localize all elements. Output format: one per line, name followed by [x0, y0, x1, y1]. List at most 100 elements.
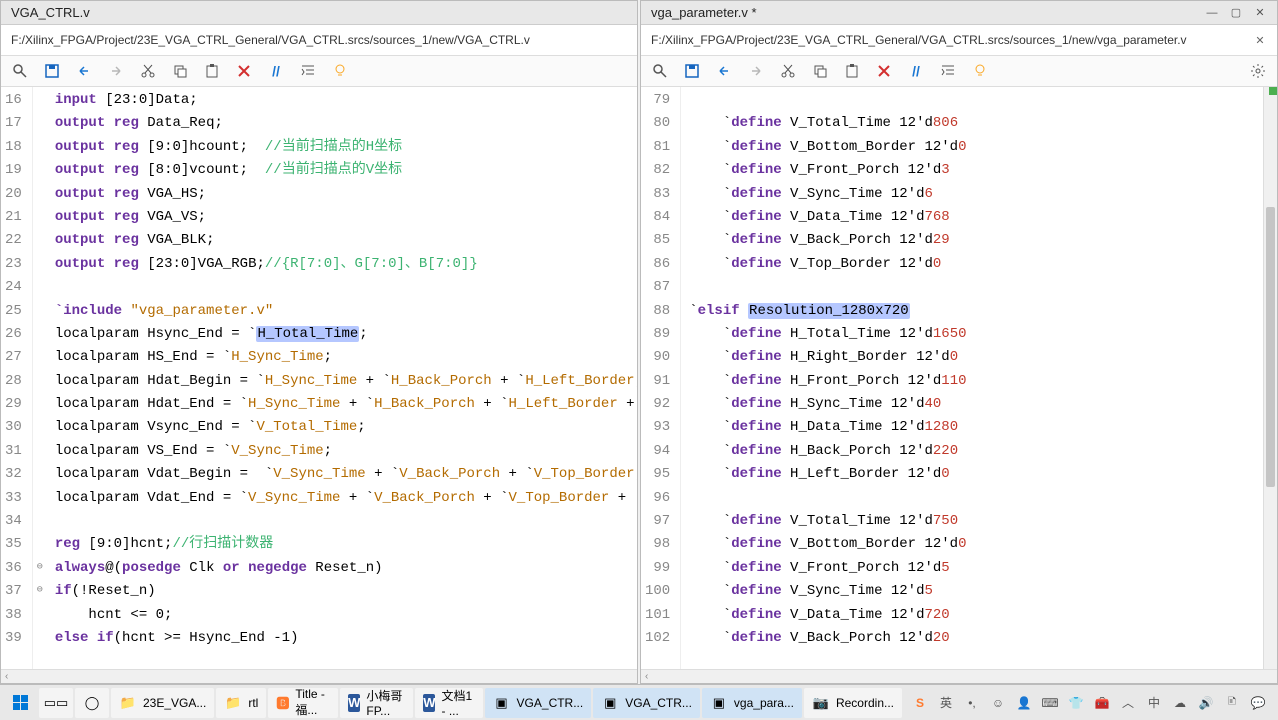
toolbar-left: // — [1, 56, 637, 87]
pathbar-left: F:/Xilinx_FPGA/Project/23E_VGA_CTRL_Gene… — [1, 25, 637, 56]
taskbar-item-label: vga_para... — [734, 696, 794, 710]
code-lines[interactable]: `define V_Total_Time 12'd806 `define V_B… — [681, 87, 1263, 669]
code-area-left[interactable]: 1617181920212223242526272829303132333435… — [1, 87, 637, 669]
hscrollbar[interactable]: ‹ — [641, 669, 1277, 683]
indent-icon[interactable] — [299, 62, 317, 80]
save-icon[interactable] — [43, 62, 61, 80]
taskbar-item[interactable]: 📷 Recordin... — [804, 688, 902, 718]
indent-icon[interactable] — [939, 62, 957, 80]
system-tray: S 英 •, ☺ 👤 ⌨ 👕 🧰 ︿ 中 ☁ 🔊 🗈 💬 — [904, 695, 1274, 711]
taskbar-item[interactable]: ▣VGA_CTR... — [593, 688, 700, 718]
tray-lang-icon[interactable]: 中 — [1146, 695, 1162, 711]
gear-icon[interactable] — [1249, 62, 1267, 80]
paste-icon[interactable] — [203, 62, 221, 80]
taskbar-app-icon: ◯ — [83, 694, 101, 712]
taskbar-app-icon: W — [348, 694, 360, 712]
copy-icon[interactable] — [811, 62, 829, 80]
scroll-thumb[interactable] — [1266, 207, 1275, 487]
tray-toolbox-icon[interactable]: 🧰 — [1094, 695, 1110, 711]
taskview-icon: ▭▭ — [47, 694, 65, 712]
taskbar-item[interactable]: 📁23E_VGA... — [111, 688, 214, 718]
tray-sogou-icon[interactable]: S — [912, 695, 928, 711]
taskbar-item[interactable]: 📁 rtl — [216, 688, 266, 718]
minimize-icon[interactable]: — — [1205, 6, 1219, 20]
taskbar-app-icon: ▣ — [710, 694, 728, 712]
taskbar-app-icon: W — [423, 694, 435, 712]
tray-emoji-icon[interactable]: ☺ — [990, 695, 1006, 711]
maximize-icon[interactable]: ▢ — [1229, 6, 1243, 20]
tray-ime-icon[interactable]: 英 — [938, 695, 954, 711]
bulb-icon[interactable] — [971, 62, 989, 80]
save-icon[interactable] — [683, 62, 701, 80]
editor-pane-right: vga_parameter.v * — ▢ ✕ F:/Xilinx_FPGA/P… — [640, 0, 1278, 684]
titlebar-left: VGA_CTRL.v — [1, 1, 637, 25]
undo-icon[interactable] — [75, 62, 93, 80]
tray-battery-icon[interactable]: 🗈 — [1224, 695, 1240, 711]
gutter: 7980818283848586878889909192939495969798… — [641, 87, 681, 669]
redo-icon[interactable] — [747, 62, 765, 80]
tray-cloud-icon[interactable]: ☁ — [1172, 695, 1188, 711]
taskbar-app-icon: 📁 — [224, 694, 242, 712]
delete-icon[interactable] — [875, 62, 893, 80]
taskbar-item-label: Title - 福... — [295, 687, 330, 718]
cut-icon[interactable] — [779, 62, 797, 80]
taskbar-item-label: 小梅哥FP... — [366, 687, 405, 718]
tray-keyboard-icon[interactable]: ⌨ — [1042, 695, 1058, 711]
gutter: 1617181920212223242526272829303132333435… — [1, 87, 33, 669]
taskbar-item-label: Recordin... — [836, 696, 894, 710]
taskbar-item[interactable]: ▣ vga_para... — [702, 688, 802, 718]
taskbar-item-label: VGA_CTR... — [517, 696, 584, 710]
windows-logo-icon — [13, 695, 28, 710]
code-area-right[interactable]: 7980818283848586878889909192939495969798… — [641, 87, 1277, 669]
copy-icon[interactable] — [171, 62, 189, 80]
paste-icon[interactable] — [843, 62, 861, 80]
search-icon[interactable] — [11, 62, 29, 80]
marker-icon — [1269, 87, 1277, 95]
taskbar-item[interactable]: W 小梅哥FP... — [340, 688, 413, 718]
taskbar-app-icon: 🅱 — [276, 694, 289, 712]
tray-notification-icon[interactable]: 💬 — [1250, 695, 1266, 711]
delete-icon[interactable] — [235, 62, 253, 80]
taskbar-item[interactable]: ◯ — [75, 688, 109, 718]
tab-title: VGA_CTRL.v — [11, 5, 90, 20]
tray-volume-icon[interactable]: 🔊 — [1198, 695, 1214, 711]
taskbar-item-label: rtl — [248, 696, 258, 710]
titlebar-right: vga_parameter.v * — ▢ ✕ — [641, 1, 1277, 25]
comment-icon[interactable]: // — [267, 62, 285, 80]
file-path: F:/Xilinx_FPGA/Project/23E_VGA_CTRL_Gene… — [11, 33, 530, 47]
taskbar-app-icon: 📷 — [812, 694, 830, 712]
scroll-left-icon[interactable]: ‹ — [645, 671, 648, 682]
scroll-left-icon[interactable]: ‹ — [5, 671, 8, 682]
start-button[interactable] — [4, 688, 37, 718]
tray-punct-icon[interactable]: •, — [964, 695, 980, 711]
search-icon[interactable] — [651, 62, 669, 80]
comment-icon[interactable]: // — [907, 62, 925, 80]
panel-close-icon[interactable]: ✕ — [1253, 33, 1267, 47]
editor-pane-left: VGA_CTRL.v F:/Xilinx_FPGA/Project/23E_VG… — [0, 0, 638, 684]
toolbar-right: // — [641, 56, 1277, 87]
taskbar: ▭▭ ◯📁23E_VGA...📁rtl🅱Title - 福...W小梅哥FP..… — [0, 684, 1278, 720]
undo-icon[interactable] — [715, 62, 733, 80]
bulb-icon[interactable] — [331, 62, 349, 80]
fold-column[interactable]: ⊖⊖ — [33, 87, 47, 669]
tray-person-icon[interactable]: 👤 — [1016, 695, 1032, 711]
pathbar-right: F:/Xilinx_FPGA/Project/23E_VGA_CTRL_Gene… — [641, 25, 1277, 56]
taskbar-item[interactable]: W 文档1 - ... — [415, 688, 482, 718]
tray-chevron-up-icon[interactable]: ︿ — [1120, 695, 1136, 711]
tab-title: vga_parameter.v * — [651, 5, 757, 20]
redo-icon[interactable] — [107, 62, 125, 80]
taskbar-app-icon: 📁 — [119, 694, 137, 712]
taskbar-item[interactable]: 🅱 Title - 福... — [268, 688, 338, 718]
taskbar-app-icon: ▣ — [493, 694, 511, 712]
vscrollbar[interactable] — [1263, 87, 1277, 669]
code-lines[interactable]: input [23:0]Data;output reg Data_Req;out… — [47, 87, 637, 669]
task-view-button[interactable]: ▭▭ — [39, 688, 73, 718]
file-path: F:/Xilinx_FPGA/Project/23E_VGA_CTRL_Gene… — [651, 33, 1187, 47]
hscrollbar[interactable]: ‹ — [1, 669, 637, 683]
tray-skin-icon[interactable]: 👕 — [1068, 695, 1084, 711]
cut-icon[interactable] — [139, 62, 157, 80]
close-icon[interactable]: ✕ — [1253, 6, 1267, 20]
taskbar-item-label: VGA_CTR... — [625, 696, 692, 710]
taskbar-item-label: 文档1 - ... — [441, 687, 474, 718]
taskbar-item[interactable]: ▣ VGA_CTR... — [485, 688, 592, 718]
